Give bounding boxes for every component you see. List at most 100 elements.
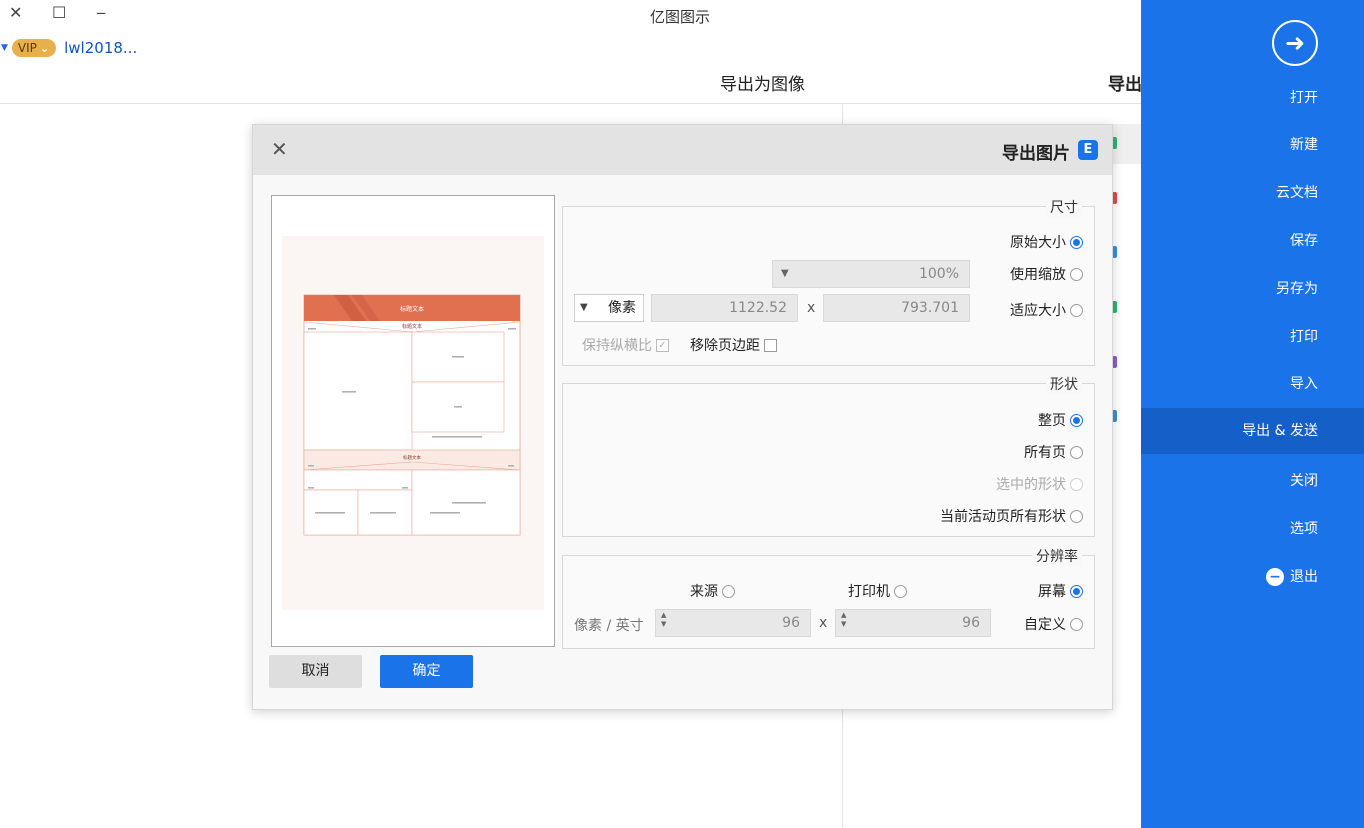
all-pages-label: 所有页 xyxy=(1024,445,1066,461)
unit-value: 像素 xyxy=(608,300,636,316)
minimize-window-button[interactable]: ‒ xyxy=(96,3,106,23)
selected-shapes-label: 选中的形状 xyxy=(996,477,1066,493)
dpi-unit-label: 像素 / 英寸 xyxy=(574,618,644,634)
sidebar-item-import[interactable]: 导入 xyxy=(1141,361,1364,407)
printer-radio[interactable]: 打印机 xyxy=(848,581,907,601)
maximize-window-button[interactable]: ☐ xyxy=(52,3,66,23)
sidebar: ➜ 打开 新建 云文档 保存 另存为 打印 导入 导出 & 发送 关闭 选项 −… xyxy=(1141,0,1364,828)
fit-size-label: 适应大小 xyxy=(1010,303,1066,319)
height-input[interactable]: 1122.52 xyxy=(651,294,798,322)
export-image-tab[interactable]: 导出为图像 xyxy=(720,70,805,95)
printer-label: 打印机 xyxy=(848,584,890,600)
check-icon[interactable]: ✓ xyxy=(656,338,669,352)
dpi-y-input[interactable]: ▲ ▼ 96 xyxy=(655,609,811,637)
current-page-shapes-label: 当前活动页所有形状 xyxy=(940,509,1066,525)
selected-shapes-radio[interactable]: 选中的形状 xyxy=(996,474,1083,494)
times-symbol: x xyxy=(807,300,816,316)
preview-subtitle-text: 标题文本 xyxy=(402,323,422,330)
radio-icon[interactable] xyxy=(1070,445,1083,459)
whole-page-radio[interactable]: 整页 xyxy=(1038,410,1083,430)
export-preview: 标题文本 标题文本 标题文本 xyxy=(271,195,555,647)
sidebar-item-cloud-docs[interactable]: 云文档 xyxy=(1141,170,1364,216)
radio-icon[interactable] xyxy=(1070,413,1083,427)
sidebar-item-export-send[interactable]: 导出 & 发送 xyxy=(1141,408,1364,454)
resolution-group: 分辨率 屏幕 打印机 来源 自定义 ▲ ▼ 96 x ▲ ▼ 96 像素 / 英… xyxy=(562,546,1095,649)
screen-label: 屏幕 xyxy=(1038,584,1066,600)
vip-badge: VIP ⌄ xyxy=(11,39,57,57)
spinner-icon[interactable]: ▲ ▼ xyxy=(841,611,846,629)
radio-icon[interactable] xyxy=(1070,267,1083,281)
page-heading: 导出 xyxy=(1108,75,1142,95)
original-size-label: 原始大小 xyxy=(1010,235,1066,251)
remove-margin-label: 移除页边距 xyxy=(690,338,760,354)
sidebar-item-close[interactable]: 关闭 xyxy=(1141,458,1364,504)
radio-icon[interactable] xyxy=(1070,303,1083,317)
app-title: 亿图图示 xyxy=(649,8,710,26)
screen-radio[interactable]: 屏幕 xyxy=(1038,581,1083,601)
dialog-header: ✕ 导出图片 E xyxy=(253,125,1112,175)
zoom-value: 100% xyxy=(918,266,959,282)
dialog-title: 导出图片 xyxy=(1002,144,1070,164)
whole-page-label: 整页 xyxy=(1038,413,1066,429)
app-logo-icon: E xyxy=(1078,140,1098,160)
sidebar-item-open[interactable]: 打开 xyxy=(1141,75,1364,121)
width-input[interactable]: 793.701 xyxy=(823,294,970,322)
dpi-y-value: 96 xyxy=(782,615,800,631)
times-symbol: x xyxy=(819,615,828,631)
preview-thumbnail: 标题文本 标题文本 标题文本 xyxy=(303,294,521,536)
dropdown-caret-icon[interactable]: ▼ xyxy=(1,43,8,53)
custom-radio[interactable]: 自定义 xyxy=(1024,614,1083,634)
radio-icon[interactable] xyxy=(1070,235,1083,249)
preview-section-text: 标题文本 xyxy=(403,454,421,461)
shape-group: 形状 整页 所有页 选中的形状 当前活动页所有形状 xyxy=(562,374,1095,537)
dpi-x-input[interactable]: ▲ ▼ 96 xyxy=(835,609,991,637)
exit-label: 退出 xyxy=(1290,569,1318,585)
sidebar-item-exit[interactable]: − 退出 xyxy=(1141,554,1364,600)
zoom-dropdown[interactable]: ▼ 100% xyxy=(772,260,970,288)
checkbox-icon[interactable] xyxy=(764,338,777,352)
username-link[interactable]: lwl2018... xyxy=(64,39,137,57)
sidebar-item-new[interactable]: 新建 xyxy=(1141,122,1364,168)
exit-icon: − xyxy=(1266,568,1284,586)
radio-icon[interactable] xyxy=(894,584,907,598)
user-account[interactable]: ▼ VIP ⌄ lwl2018... xyxy=(0,37,137,59)
all-pages-radio[interactable]: 所有页 xyxy=(1024,442,1083,462)
fit-size-radio[interactable]: 适应大小 xyxy=(1010,300,1083,320)
ok-button[interactable]: 确定 xyxy=(380,655,473,688)
triangle-down-icon: ▼ xyxy=(781,268,789,279)
original-size-radio[interactable]: 原始大小 xyxy=(1010,232,1083,252)
shape-group-title: 形状 xyxy=(1046,374,1082,394)
size-group-title: 尺寸 xyxy=(1046,197,1082,217)
radio-icon[interactable] xyxy=(1070,617,1083,631)
dpi-x-value: 96 xyxy=(962,615,980,631)
radio-icon[interactable] xyxy=(1070,477,1083,491)
use-zoom-radio[interactable]: 使用缩放 xyxy=(1010,264,1083,284)
sidebar-item-save[interactable]: 保存 xyxy=(1141,218,1364,264)
source-label: 来源 xyxy=(690,584,718,600)
radio-icon[interactable] xyxy=(722,584,735,598)
cancel-button[interactable]: 取消 xyxy=(269,655,362,688)
use-zoom-label: 使用缩放 xyxy=(1010,267,1066,283)
chevron-down-icon: ⌄ xyxy=(39,41,50,55)
preview-header-text: 标题文本 xyxy=(400,305,424,313)
close-icon[interactable]: ✕ xyxy=(271,137,288,161)
custom-label: 自定义 xyxy=(1024,617,1066,633)
sidebar-item-options[interactable]: 选项 xyxy=(1141,506,1364,552)
divider xyxy=(0,103,1141,104)
source-radio[interactable]: 来源 xyxy=(690,581,735,601)
back-arrow-icon[interactable]: ➜ xyxy=(1272,20,1318,66)
keep-ratio-label: 保持纵横比 xyxy=(582,338,652,354)
export-option-strip xyxy=(1113,124,1141,164)
radio-icon[interactable] xyxy=(1070,509,1083,523)
remove-margin-checkbox[interactable]: 移除页边距 xyxy=(690,335,777,355)
close-window-button[interactable]: ✕ xyxy=(9,3,22,23)
unit-dropdown[interactable]: ▼ 像素 xyxy=(574,294,644,322)
sidebar-item-print[interactable]: 打印 xyxy=(1141,314,1364,360)
radio-icon[interactable] xyxy=(1070,584,1083,598)
sidebar-item-save-as[interactable]: 另存为 xyxy=(1141,266,1364,312)
vip-label: VIP xyxy=(17,41,37,55)
current-page-shapes-radio[interactable]: 当前活动页所有形状 xyxy=(940,506,1083,526)
keep-ratio-checkbox[interactable]: ✓ 保持纵横比 xyxy=(582,335,669,355)
spinner-icon[interactable]: ▲ ▼ xyxy=(661,611,666,629)
resolution-group-title: 分辨率 xyxy=(1032,546,1082,566)
